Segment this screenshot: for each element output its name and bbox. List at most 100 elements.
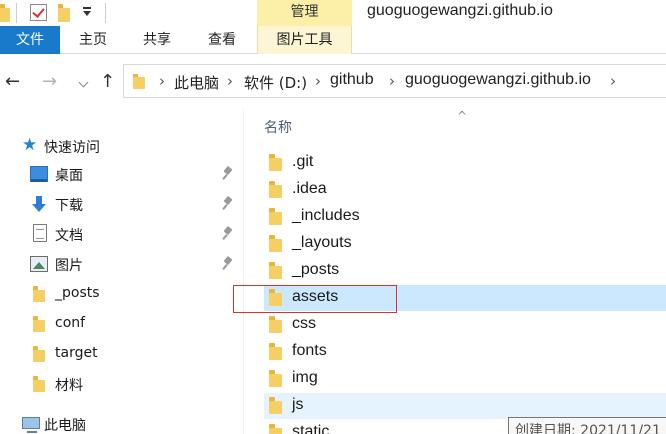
file-name: fonts xyxy=(292,342,327,359)
tab-view[interactable]: 查看 xyxy=(195,26,249,54)
toolbar-separator xyxy=(105,3,106,23)
file-row[interactable]: img xyxy=(264,366,666,392)
sidebar-item-pictures[interactable]: 图片 xyxy=(30,252,240,276)
sidebar-item-quick-access[interactable]: ★ 快速访问 xyxy=(22,134,222,158)
folder-icon xyxy=(269,208,282,225)
sidebar-item-this-pc[interactable]: 此电脑 xyxy=(22,412,222,434)
recent-locations-chevron-icon[interactable] xyxy=(79,77,89,87)
tab-share[interactable]: 共享 xyxy=(130,26,184,54)
sidebar-item-posts[interactable]: _posts xyxy=(30,282,240,306)
breadcrumb-chevron-icon[interactable]: › xyxy=(389,72,395,90)
sidebar-item-label: 快速访问 xyxy=(44,140,100,156)
pin-icon[interactable] xyxy=(222,257,234,271)
file-list: ^ 名称 .git .idea _includes _layouts _posts ass… xyxy=(244,109,666,434)
file-name: img xyxy=(292,369,318,386)
title-bar: 管理 guoguogewangzi.github.io xyxy=(0,0,666,26)
download-icon xyxy=(30,196,48,212)
sidebar-item-conf[interactable]: conf xyxy=(30,312,240,336)
tab-picture-tools[interactable]: 图片工具 xyxy=(257,26,352,54)
file-name: css xyxy=(292,315,316,332)
sidebar-item-label: 此电脑 xyxy=(44,418,86,434)
breadcrumb-chevron-icon[interactable]: › xyxy=(159,72,165,90)
computer-icon xyxy=(22,417,40,433)
manage-tab-header: 管理 xyxy=(257,0,352,26)
sort-ascending-icon: ^ xyxy=(457,109,468,123)
folder-icon xyxy=(269,343,282,360)
folder-icon xyxy=(269,397,282,414)
pictures-icon xyxy=(30,256,48,272)
tooltip: 创建日期: 2021/11/21 xyxy=(508,417,666,434)
file-row[interactable]: css xyxy=(264,312,666,338)
file-name: _includes xyxy=(292,207,360,224)
customize-toolbar-dropdown-icon[interactable] xyxy=(82,7,92,17)
folder-icon xyxy=(269,235,282,252)
window-title: guoguogewangzi.github.io xyxy=(367,2,553,19)
folder-icon[interactable] xyxy=(0,4,10,22)
folder-icon xyxy=(269,370,282,387)
navigation-bar: ← → ↑ › 此电脑 › 软件 (D:) › github › guoguog… xyxy=(0,55,666,109)
sidebar-item-label: conf xyxy=(55,315,86,331)
breadcrumb-this-pc[interactable]: 此电脑 xyxy=(174,72,219,93)
sidebar-item-label: target xyxy=(55,345,98,361)
file-name: .git xyxy=(292,153,314,170)
file-name: js xyxy=(292,396,304,413)
folder-icon xyxy=(33,346,45,362)
up-arrow-icon[interactable]: ↑ xyxy=(100,73,115,91)
folder-icon xyxy=(33,316,45,332)
sidebar-item-label: 材料 xyxy=(55,378,83,394)
sidebar-item-label: _posts xyxy=(55,285,100,301)
properties-check-icon[interactable] xyxy=(30,4,47,21)
sidebar-item-documents[interactable]: 文档 xyxy=(30,222,240,246)
folder-icon xyxy=(269,316,282,333)
folder-icon xyxy=(269,424,282,434)
desktop-icon xyxy=(30,166,48,182)
pin-icon[interactable] xyxy=(222,197,234,211)
pin-icon[interactable] xyxy=(222,167,234,181)
column-header-name[interactable]: 名称 xyxy=(264,117,292,137)
document-icon xyxy=(33,224,47,242)
file-row[interactable]: _layouts xyxy=(264,231,666,257)
sidebar-item-label: 下载 xyxy=(55,198,83,214)
file-row[interactable]: .idea xyxy=(264,177,666,203)
breadcrumb-chevron-icon[interactable]: › xyxy=(610,72,616,90)
folder-icon xyxy=(33,286,45,302)
pin-icon[interactable] xyxy=(222,227,234,241)
breadcrumb-drive-d[interactable]: 软件 (D:) xyxy=(244,72,307,93)
folder-icon xyxy=(269,154,282,171)
file-row[interactable]: .git xyxy=(264,150,666,176)
folder-icon xyxy=(133,74,145,89)
sidebar-item-materials[interactable]: 材料 xyxy=(30,372,240,396)
tab-file[interactable]: 文件 xyxy=(0,26,60,54)
sidebar-item-label: 文档 xyxy=(55,228,83,244)
file-name: .idea xyxy=(292,180,327,197)
folder-icon xyxy=(269,181,282,198)
breadcrumb-repo[interactable]: guoguogewangzi.github.io xyxy=(405,71,591,89)
file-name: static xyxy=(292,423,330,434)
address-bar[interactable]: › 此电脑 › 软件 (D:) › github › guoguogewangz… xyxy=(123,64,666,98)
new-folder-icon[interactable] xyxy=(58,4,70,22)
file-row[interactable]: _posts xyxy=(264,258,666,284)
file-row[interactable]: fonts xyxy=(264,339,666,365)
folder-icon xyxy=(33,376,45,392)
sidebar-item-downloads[interactable]: 下载 xyxy=(30,192,240,216)
sidebar-item-label: 桌面 xyxy=(55,168,83,184)
navigation-pane: ★ 快速访问 桌面 下载 文档 图片 _posts conf target 材料… xyxy=(0,109,243,434)
ribbon-tabs: 文件 主页 共享 查看 图片工具 xyxy=(0,26,666,54)
sidebar-item-label: 图片 xyxy=(55,258,83,274)
sidebar-item-desktop[interactable]: 桌面 xyxy=(30,162,240,186)
folder-icon xyxy=(269,262,282,279)
back-arrow-icon[interactable]: ← xyxy=(5,73,20,91)
file-name: _layouts xyxy=(292,234,352,251)
sidebar-item-target[interactable]: target xyxy=(30,342,240,366)
breadcrumb-chevron-icon[interactable]: › xyxy=(227,72,233,90)
forward-arrow-icon[interactable]: → xyxy=(42,73,57,91)
file-row[interactable]: _includes xyxy=(264,204,666,230)
file-row[interactable]: js xyxy=(264,393,666,419)
breadcrumb-chevron-icon[interactable]: › xyxy=(315,72,321,90)
toolbar-separator xyxy=(16,3,17,23)
tab-home[interactable]: 主页 xyxy=(66,26,120,54)
breadcrumb-github[interactable]: github xyxy=(330,71,374,89)
annotation-highlight-box xyxy=(233,285,397,313)
file-name: _posts xyxy=(292,261,340,278)
star-icon: ★ xyxy=(22,135,38,155)
